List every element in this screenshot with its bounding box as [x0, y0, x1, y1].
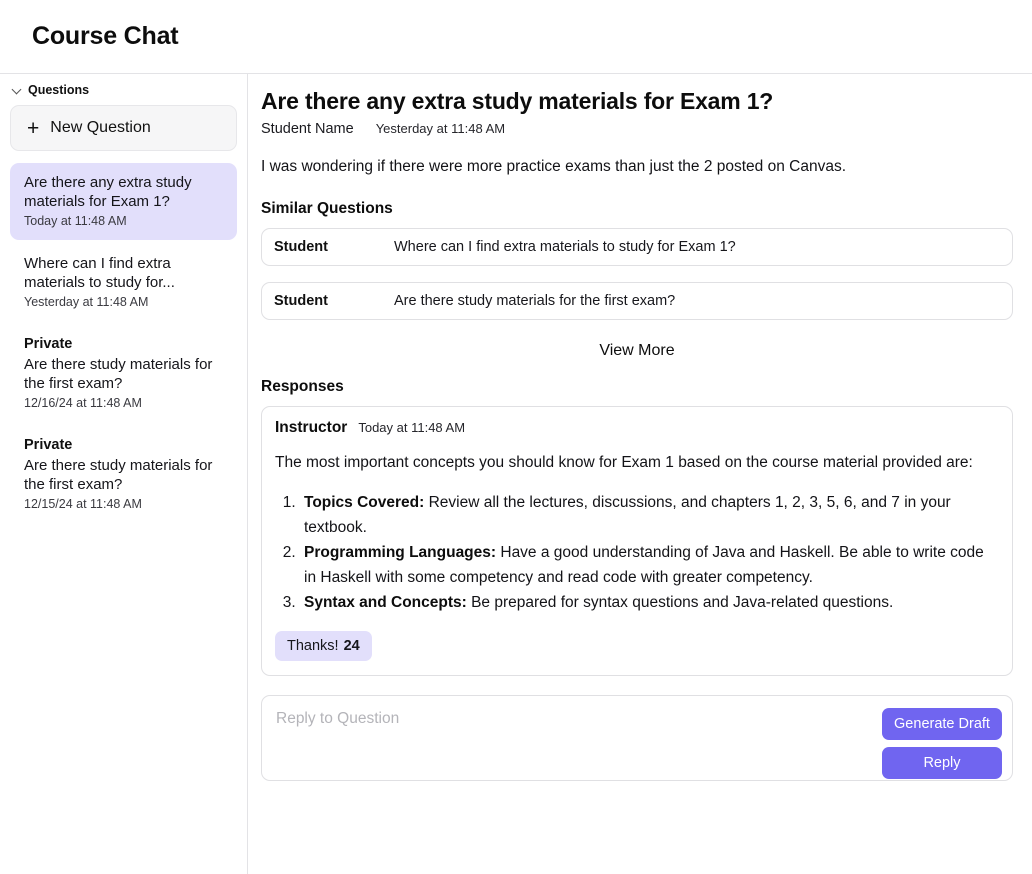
thread-timestamp: Yesterday at 11:48 AM: [375, 120, 506, 136]
sidebar-section-questions[interactable]: Questions: [10, 74, 237, 103]
plus-icon: +: [27, 116, 40, 140]
thanks-count: 24: [343, 638, 360, 655]
similar-questions-heading: Similar Questions: [261, 200, 393, 218]
sidebar-item-private-badge: Private: [24, 336, 73, 353]
response-author-role: Instructor: [275, 419, 348, 437]
thread-title: Are there any extra study materials for …: [261, 88, 774, 114]
main-content: Are there any extra study materials for …: [248, 74, 1032, 874]
response-list-item-title: Topics Covered:: [304, 493, 425, 511]
body-container: Questions + New Question Are there any e…: [0, 74, 1032, 874]
reply-box[interactable]: Reply to Question Generate Draft Reply: [261, 695, 1013, 782]
sidebar-item-title: Where can I find extra materials to stud…: [24, 255, 175, 292]
reply-button[interactable]: Reply: [882, 747, 1002, 780]
response-list-item: Topics Covered: Review all the lectures,…: [300, 490, 999, 540]
sidebar-item-question-1[interactable]: Where can I find extra materials to stud…: [10, 244, 237, 321]
sidebar-item-time: Today at 11:48 AM: [24, 214, 127, 229]
page-title: Course Chat: [32, 22, 179, 50]
sidebar-item-title: Are there any extra study materials for …: [24, 174, 192, 211]
app-header: Course Chat: [0, 0, 1032, 74]
generate-draft-button[interactable]: Generate Draft: [882, 708, 1002, 741]
view-more-button[interactable]: View More: [261, 336, 1013, 378]
sidebar-item-question-0[interactable]: Are there any extra study materials for …: [10, 163, 237, 241]
response-card: Instructor Today at 11:48 AM The most im…: [261, 406, 1013, 677]
response-intro-text: The most important concepts you should k…: [275, 454, 973, 472]
similar-question-row-1[interactable]: Student Are there study materials for th…: [261, 282, 1013, 321]
sidebar-item-time: 12/15/24 at 11:48 AM: [24, 497, 142, 512]
sidebar-item-title: Are there study materials for the first …: [24, 456, 213, 494]
response-list-item: Syntax and Concepts: Be prepared for syn…: [300, 590, 999, 615]
similar-question-text: Are there study materials for the first …: [394, 293, 676, 310]
response-timestamp: Today at 11:48 AM: [358, 420, 466, 436]
thread-meta: Student Name Yesterday at 11:48 AM: [261, 121, 1013, 137]
sidebar-item-time: Yesterday at 11:48 AM: [24, 295, 149, 310]
new-question-label: New Question: [50, 119, 151, 136]
chevron-down-icon[interactable]: [12, 85, 22, 95]
similar-question-role: Student: [274, 293, 328, 310]
response-list-item-title: Syntax and Concepts:: [304, 594, 467, 612]
thread-body: I was wondering if there were more pract…: [261, 157, 846, 175]
sidebar-item-title: Are there study materials for the first …: [24, 356, 213, 393]
sidebar-section-label: Questions: [28, 83, 90, 97]
similar-question-role: Student: [274, 239, 328, 256]
response-list-item-title: Programming Languages:: [304, 544, 497, 562]
sidebar-item-time: 12/16/24 at 11:48 AM: [24, 396, 142, 411]
thanks-label: Thanks!: [287, 638, 339, 655]
similar-question-row-0[interactable]: Student Where can I find extra materials…: [261, 228, 1013, 267]
responses-heading: Responses: [261, 378, 344, 396]
thanks-button[interactable]: Thanks! 24: [275, 631, 372, 662]
sidebar: Questions + New Question Are there any e…: [0, 74, 248, 874]
response-list-item-text: Be prepared for syntax questions and Jav…: [466, 594, 894, 612]
new-question-button[interactable]: + New Question: [10, 105, 237, 151]
similar-question-text: Where can I find extra materials to stud…: [394, 239, 736, 256]
reply-actions: Generate Draft Reply: [882, 708, 1002, 780]
sidebar-item-question-2[interactable]: Private Are there study materials for th…: [10, 325, 237, 422]
response-list-item: Programming Languages: Have a good under…: [300, 540, 999, 590]
sidebar-item-question-3[interactable]: Private Are there study materials for th…: [10, 426, 237, 523]
thread-author: Student Name: [261, 120, 354, 137]
response-list: Topics Covered: Review all the lectures,…: [275, 490, 999, 616]
response-header: Instructor Today at 11:48 AM: [275, 419, 999, 437]
sidebar-item-private-badge: Private: [24, 437, 73, 454]
